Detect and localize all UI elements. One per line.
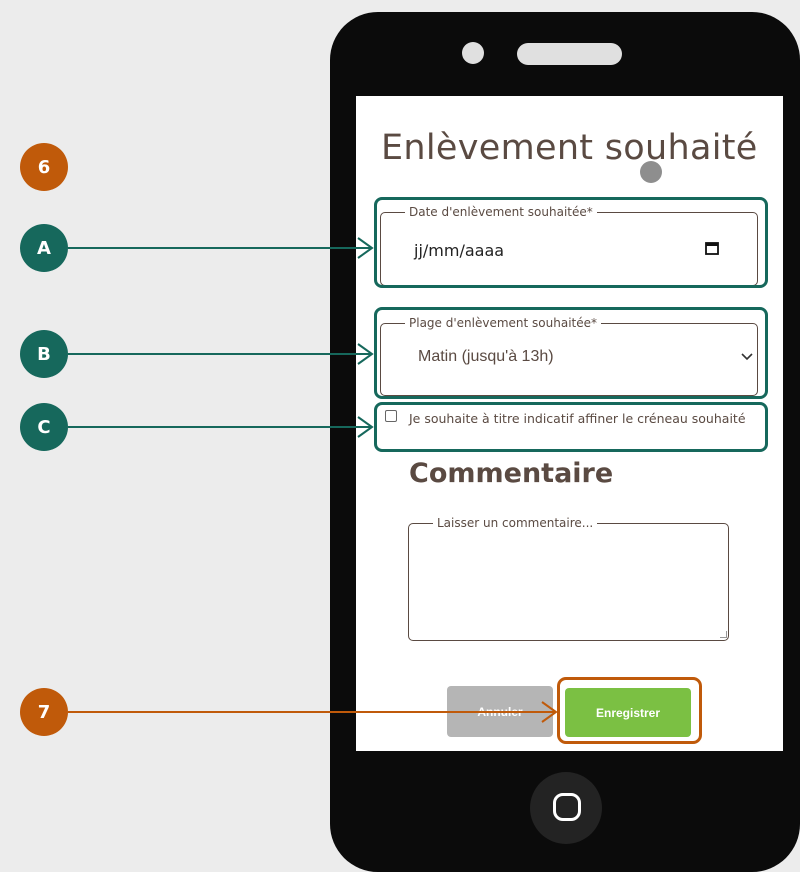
highlight-box-c <box>374 402 768 452</box>
step-marker-6: 6 <box>20 143 68 191</box>
comment-section-title: Commentaire <box>409 458 614 489</box>
textarea-resize-handle[interactable] <box>720 631 727 638</box>
comment-textarea[interactable]: Laisser un commentaire... <box>408 516 729 641</box>
page-title: Enlèvement souhaité <box>381 128 758 168</box>
phone-camera <box>462 42 484 64</box>
marker-a: A <box>20 224 68 272</box>
marker-c: C <box>20 403 68 451</box>
touch-cursor-indicator <box>640 161 662 183</box>
highlight-box-a <box>374 197 768 288</box>
phone-speaker <box>517 43 622 65</box>
step-marker-7: 7 <box>20 688 68 736</box>
highlight-box-save <box>557 677 702 744</box>
home-button-icon <box>553 793 581 821</box>
comment-field-label: Laisser un commentaire... <box>437 516 594 530</box>
highlight-box-b <box>374 307 768 399</box>
cancel-button[interactable]: Annuler <box>447 686 553 737</box>
marker-b: B <box>20 330 68 378</box>
